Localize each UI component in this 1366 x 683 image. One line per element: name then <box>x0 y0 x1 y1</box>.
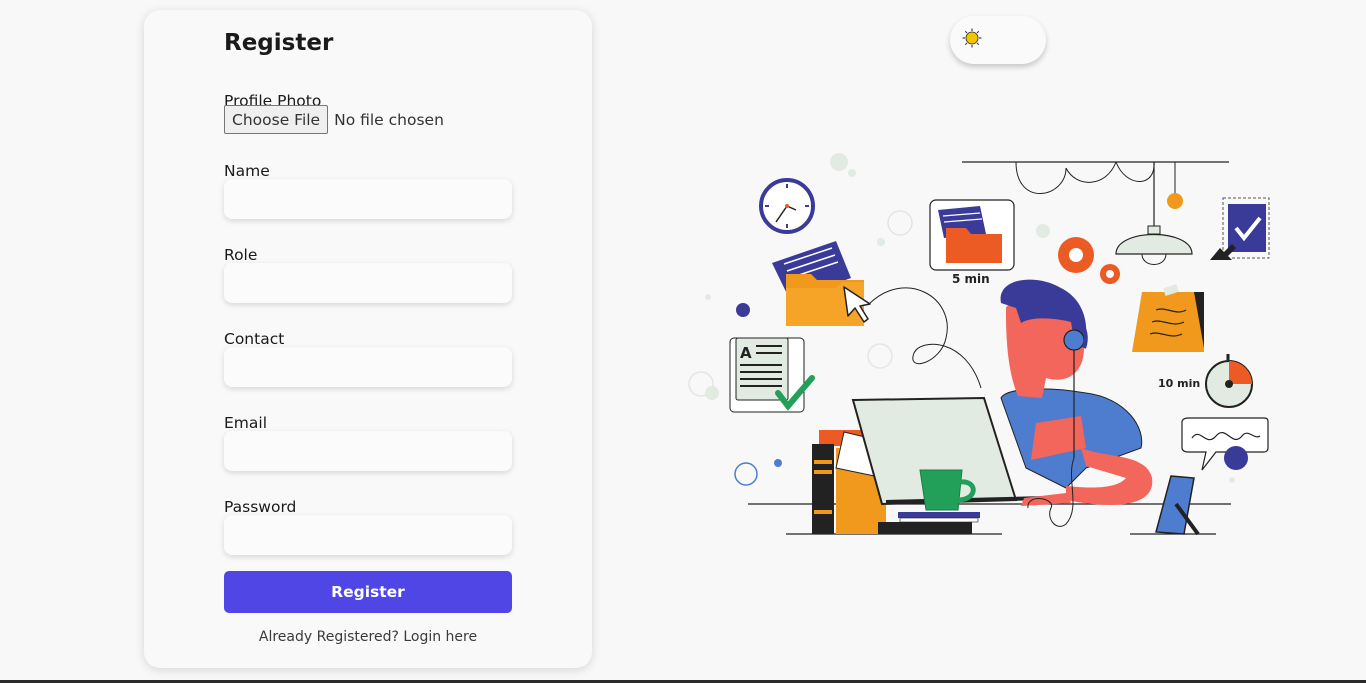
person-at-desk <box>1000 279 1153 527</box>
folder-icon: 5 min <box>929 199 1015 286</box>
email-label: Email <box>224 414 268 432</box>
theme-toggle[interactable] <box>950 16 1046 64</box>
contact-label: Contact <box>224 330 285 348</box>
name-label: Name <box>224 162 270 180</box>
speech-bubble-icon <box>1181 417 1269 471</box>
clock-icon <box>759 178 815 234</box>
gear-icon <box>1058 237 1120 284</box>
phone-icon <box>1155 475 1200 536</box>
remote-work-illustration: A 5 min 10 min <box>688 153 1270 536</box>
register-button[interactable]: Register <box>224 571 512 613</box>
email-input[interactable] <box>224 431 512 471</box>
timer-short-label: 5 min <box>952 272 990 286</box>
resume-document-icon: A <box>729 337 815 413</box>
timer-icon: 10 min <box>1158 354 1253 408</box>
name-input[interactable] <box>224 179 512 219</box>
form-title: Register <box>224 30 334 56</box>
sun-icon <box>962 28 982 48</box>
role-input[interactable] <box>224 263 512 303</box>
file-status: No file chosen <box>334 110 444 129</box>
file-input: Choose File No file chosen <box>224 105 444 134</box>
login-link[interactable]: Already Registered? Login here <box>224 629 512 645</box>
register-card: Register Profile Photo Choose File No fi… <box>144 10 592 668</box>
role-label: Role <box>224 246 258 264</box>
password-input[interactable] <box>224 515 512 555</box>
password-label: Password <box>224 498 297 516</box>
checkbox-document-icon <box>1210 197 1270 260</box>
choose-file-button[interactable]: Choose File <box>224 105 329 134</box>
contact-input[interactable] <box>224 347 512 387</box>
sticky-note-icon <box>1132 284 1204 352</box>
timer-long-label: 10 min <box>1158 377 1200 390</box>
svg-text:A: A <box>740 344 752 362</box>
